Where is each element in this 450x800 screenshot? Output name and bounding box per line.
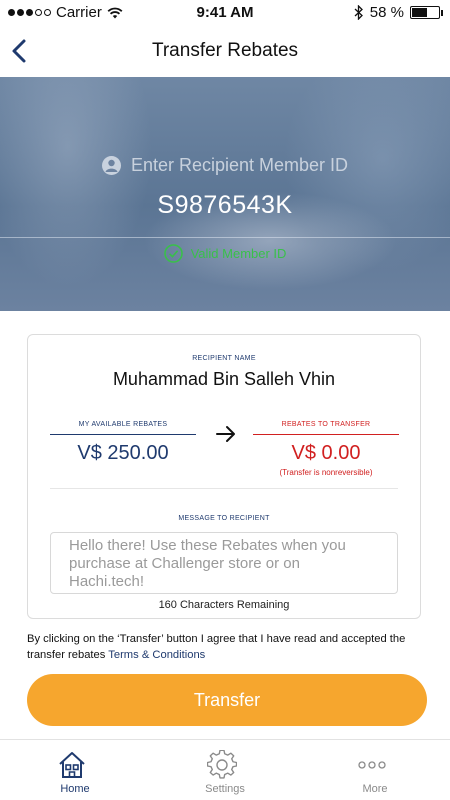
rebates-to-transfer-input[interactable]: V$ 0.00 <box>253 442 399 465</box>
transfer-button[interactable]: Transfer <box>27 674 427 726</box>
arrow-right-icon <box>216 426 235 442</box>
transfer-card: RECIPIENT NAME Muhammad Bin Salleh Vhin … <box>27 334 421 619</box>
home-icon <box>59 752 85 778</box>
check-circle-icon <box>163 244 183 263</box>
tab-more[interactable]: More <box>300 740 450 800</box>
available-underline <box>50 434 196 435</box>
message-textarea[interactable]: Hello there! Use these Rebates when you … <box>50 532 398 594</box>
rebates-to-transfer-label: REBATES TO TRANSFER <box>281 421 371 428</box>
tab-bar: Home Settings More <box>0 739 450 800</box>
available-rebates-label: MY AVAILABLE REBATES <box>78 421 168 428</box>
navigation-bar: Transfer Rebates <box>0 26 450 76</box>
characters-remaining: 160 Characters Remaining <box>158 599 290 611</box>
tab-settings-label: Settings <box>205 783 245 795</box>
recipient-id-panel: Enter Recipient Member ID S9876543K Vali… <box>0 77 450 311</box>
validation-status: Valid Member ID <box>0 244 450 263</box>
page-title: Transfer Rebates <box>151 40 299 61</box>
available-rebates-value: V$ 250.00 <box>77 442 169 464</box>
valid-member-text: Valid Member ID <box>190 246 287 261</box>
input-underline <box>0 237 450 238</box>
recipient-id-input[interactable]: Enter Recipient Member ID <box>0 155 450 176</box>
agreement-body: By clicking on the ‘Transfer’ button I a… <box>27 633 406 661</box>
more-dots-icon <box>358 761 386 769</box>
recipient-id-placeholder: Enter Recipient Member ID <box>130 155 349 175</box>
battery-percent: 58 % <box>369 4 404 21</box>
message-label: MESSAGE TO RECIPIENT <box>178 515 270 522</box>
tab-more-label: More <box>362 783 388 795</box>
recipient-name: Muhammad Bin Salleh Vhin <box>112 369 336 389</box>
bluetooth-icon <box>354 5 363 20</box>
user-icon <box>101 156 121 175</box>
tab-home-label: Home <box>60 783 90 795</box>
agreement-text: By clicking on the ‘Transfer’ button I a… <box>27 631 427 663</box>
transfer-underline <box>253 434 399 435</box>
divider <box>50 488 398 489</box>
member-id-value[interactable]: S9876543K <box>0 191 450 220</box>
tab-home[interactable]: Home <box>0 740 150 800</box>
battery-icon <box>410 6 443 19</box>
status-right: 58 % <box>354 4 443 21</box>
tab-settings[interactable]: Settings <box>150 740 300 800</box>
recipient-name-label: RECIPIENT NAME <box>192 355 256 362</box>
terms-link[interactable]: Terms & Conditions <box>108 649 205 661</box>
nonreversible-note: (Transfer is nonreversible) <box>279 468 373 477</box>
gear-icon <box>207 750 237 779</box>
status-bar: Carrier 9:41 AM 58 % <box>0 0 450 26</box>
